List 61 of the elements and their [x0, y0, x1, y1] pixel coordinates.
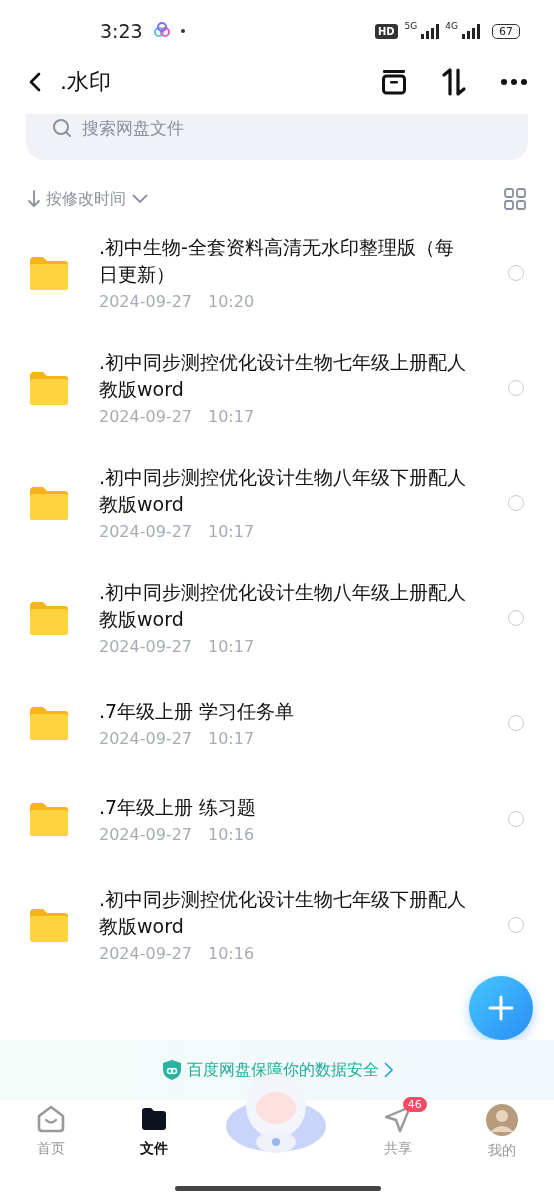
file-name: .7年级上册 学习任务单	[99, 699, 296, 724]
modified-date: 2024-09-27	[99, 637, 192, 656]
sort-icon[interactable]	[440, 67, 468, 97]
file-row[interactable]: .初中同步测控优化设计生物七年级上册配人教版word 2024-09-27 10:17	[0, 330, 554, 445]
file-name: .初中同步测控优化设计生物八年级上册配人教版word	[99, 580, 468, 632]
file-name: .初中生物-全套资料高清无水印整理版（每日更新）	[99, 235, 455, 287]
folder-icon	[28, 906, 70, 943]
folder-icon	[28, 599, 70, 636]
add-button[interactable]	[469, 976, 533, 1040]
plus-icon	[487, 994, 515, 1022]
battery-level: 67	[492, 23, 520, 39]
file-name: .7年级上册 练习题	[99, 795, 258, 820]
file-row[interactable]: .初中生物-全套资料高清无水印整理版（每日更新） 2024-09-27 10:20	[0, 215, 554, 330]
folder-title: .水印	[60, 68, 111, 96]
modified-time: 10:17	[208, 637, 255, 656]
down-arrow-icon	[28, 190, 40, 208]
modified-date: 2024-09-27	[99, 944, 192, 963]
search-field[interactable]: 搜索网盘文件	[26, 114, 528, 160]
more-icon[interactable]	[500, 78, 528, 86]
modified-date: 2024-09-27	[99, 522, 192, 541]
back-icon[interactable]	[28, 71, 42, 93]
file-name: .初中同步测控优化设计生物八年级下册配人教版word	[99, 465, 468, 517]
chevron-right-icon	[383, 1062, 393, 1078]
avatar-icon	[485, 1104, 518, 1136]
network-type: 4G	[445, 21, 458, 31]
file-row[interactable]: .初中同步测控优化设计生物八年级上册配人教版word 2024-09-27 10:17	[0, 560, 554, 675]
app-notification-icon	[152, 22, 171, 40]
file-row[interactable]: .7年级上册 练习题 2024-09-27 10:16	[0, 771, 554, 867]
archive-icon[interactable]	[380, 68, 408, 96]
modified-time: 10:17	[208, 407, 255, 426]
folder-icon	[28, 254, 70, 291]
folder-icon	[28, 705, 70, 741]
notification-dot-icon	[180, 29, 185, 33]
shield-icon	[161, 1059, 182, 1081]
file-name: .初中同步测控优化设计生物七年级上册配人教版word	[99, 350, 468, 402]
nav-tab[interactable]: 文件	[121, 1096, 188, 1162]
home-icon	[36, 1104, 67, 1134]
file-name: .初中同步测控优化设计生物七年级下册配人教版word	[99, 887, 468, 939]
modified-time: 10:17	[208, 522, 255, 541]
nav-tab[interactable]: 46 共享	[364, 1096, 431, 1162]
status-time: 3:23	[100, 20, 143, 42]
file-row[interactable]: .初中同步测控优化设计生物七年级下册配人教版word 2024-09-27 10:16	[0, 867, 554, 982]
folder-icon	[28, 369, 70, 406]
file-row[interactable]: .初中同步测控优化设计生物八年级下册配人教版word 2024-09-27 10:17	[0, 445, 554, 560]
modified-time: 10:17	[208, 729, 255, 748]
modified-time: 10:16	[208, 944, 255, 963]
network-type: 5G	[404, 21, 418, 31]
notification-badge: 46	[402, 1097, 427, 1112]
file-row[interactable]: .7年级上册 学习任务单 2024-09-27 10:17	[0, 675, 554, 771]
folder-icon	[28, 801, 70, 837]
modified-time: 10:16	[208, 825, 255, 844]
modified-time: 10:20	[208, 292, 255, 311]
modified-date: 2024-09-27	[99, 292, 192, 311]
modified-date: 2024-09-27	[99, 729, 192, 748]
grid-view-icon[interactable]	[504, 188, 526, 210]
signal-icon	[461, 23, 483, 39]
modified-date: 2024-09-27	[99, 825, 192, 844]
modified-date: 2024-09-27	[99, 407, 192, 426]
chevron-down-icon	[132, 194, 148, 204]
hd-voice-badge: HD	[374, 23, 398, 39]
folder-icon	[28, 484, 70, 521]
